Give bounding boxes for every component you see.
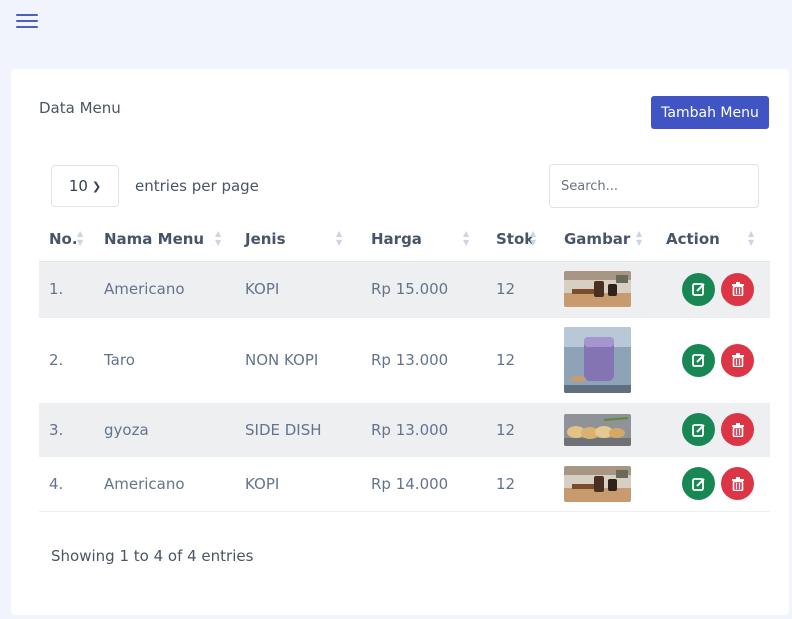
cell-no: 1.	[39, 261, 94, 318]
cell-stock: 12	[486, 317, 554, 404]
cell-actions	[656, 317, 770, 404]
cell-image	[554, 261, 656, 318]
cell-type: NON KOPI	[235, 317, 361, 404]
trash-icon	[731, 422, 744, 437]
sort-icon: ▲ ▼	[77, 229, 84, 247]
delete-button[interactable]	[721, 272, 754, 306]
column-header-stok[interactable]: Stok ▲ ▼	[486, 217, 554, 262]
edit-button[interactable]	[682, 343, 715, 377]
entries-per-page-label: entries per page	[135, 177, 259, 195]
delete-button[interactable]	[721, 343, 754, 377]
column-header-gambar[interactable]: Gambar ▲ ▼	[554, 217, 656, 262]
sort-icon: ▲ ▼	[748, 229, 755, 247]
sort-icon: ▲ ▼	[530, 229, 537, 247]
chevron-down-icon: ❯	[91, 179, 102, 193]
cell-no: 2.	[39, 317, 94, 404]
cell-no: 3.	[39, 403, 94, 457]
column-header-nama-menu[interactable]: Nama Menu ▲ ▼	[94, 217, 235, 262]
entries-per-page-value: 10	[68, 177, 88, 195]
cell-stock: 12	[486, 403, 554, 457]
data-menu-card: Data Menu Tambah Menu 10 ❯ entries per p…	[11, 69, 789, 615]
card-title: Data Menu	[39, 99, 121, 117]
table-row: 1. Americano KOPI Rp 15.000 12	[39, 261, 770, 318]
edit-button[interactable]	[682, 272, 715, 306]
americano-photo	[564, 271, 631, 307]
cell-stock: 12	[486, 456, 554, 512]
trash-icon	[731, 282, 744, 296]
cell-stock: 12	[486, 261, 554, 318]
hamburger-menu-icon[interactable]	[16, 14, 38, 32]
cell-type: KOPI	[235, 261, 361, 318]
americano-photo	[564, 465, 631, 502]
cell-name: Americano	[94, 456, 235, 512]
cell-actions	[656, 261, 770, 318]
cell-price: Rp 13.000	[361, 403, 486, 457]
menu-table: No. ▲ ▼ Nama Menu ▲ ▼ Jenis ▲ ▼ Harga ▲ ▼ Stok ▲ ▼…	[39, 217, 770, 512]
delete-button[interactable]	[721, 413, 754, 446]
trash-icon	[731, 353, 744, 367]
cell-name: Taro	[94, 317, 235, 404]
column-header-no[interactable]: No. ▲ ▼	[39, 217, 94, 262]
top-navbar	[0, 0, 792, 68]
table-row: 2. Taro NON KOPI Rp 13.000 12	[39, 317, 770, 404]
entries-per-page-select[interactable]: 10 ❯	[51, 165, 119, 207]
table-row: 3. gyoza SIDE DISH Rp 13.000 12	[39, 403, 770, 457]
sort-icon: ▲ ▼	[463, 229, 470, 247]
taro-photo	[564, 327, 631, 393]
cell-image	[554, 317, 656, 404]
cell-price: Rp 14.000	[361, 456, 486, 512]
cell-name: Americano	[94, 261, 235, 318]
delete-button[interactable]	[721, 467, 754, 500]
edit-icon	[691, 283, 705, 296]
cell-price: Rp 15.000	[361, 261, 486, 318]
edit-icon	[691, 423, 705, 437]
gyoza-photo	[564, 413, 631, 446]
cell-price: Rp 13.000	[361, 317, 486, 404]
cell-type: KOPI	[235, 456, 361, 512]
trash-icon	[731, 476, 744, 491]
sort-icon: ▲ ▼	[336, 229, 343, 247]
cell-actions	[656, 403, 770, 457]
edit-button[interactable]	[682, 413, 715, 446]
cell-type: SIDE DISH	[235, 403, 361, 457]
table-info-text: Showing 1 to 4 of 4 entries	[51, 547, 254, 565]
cell-image	[554, 456, 656, 512]
edit-icon	[691, 477, 705, 491]
table-header-row: No. ▲ ▼ Nama Menu ▲ ▼ Jenis ▲ ▼ Harga ▲ ▼ Stok ▲ ▼…	[39, 217, 770, 262]
table-row: 4. Americano KOPI Rp 14.000 12	[39, 456, 770, 512]
column-header-harga[interactable]: Harga ▲ ▼	[361, 217, 486, 262]
cell-image	[554, 403, 656, 457]
cell-actions	[656, 456, 770, 512]
search-input[interactable]	[549, 164, 759, 208]
column-header-jenis[interactable]: Jenis ▲ ▼	[235, 217, 361, 262]
cell-no: 4.	[39, 456, 94, 512]
sort-icon: ▲ ▼	[215, 229, 222, 247]
edit-button[interactable]	[682, 467, 715, 500]
add-menu-button[interactable]: Tambah Menu	[651, 96, 769, 129]
cell-name: gyoza	[94, 403, 235, 457]
sort-icon: ▲ ▼	[636, 229, 643, 247]
edit-icon	[691, 354, 705, 367]
column-header-action[interactable]: Action ▲ ▼	[656, 217, 770, 262]
